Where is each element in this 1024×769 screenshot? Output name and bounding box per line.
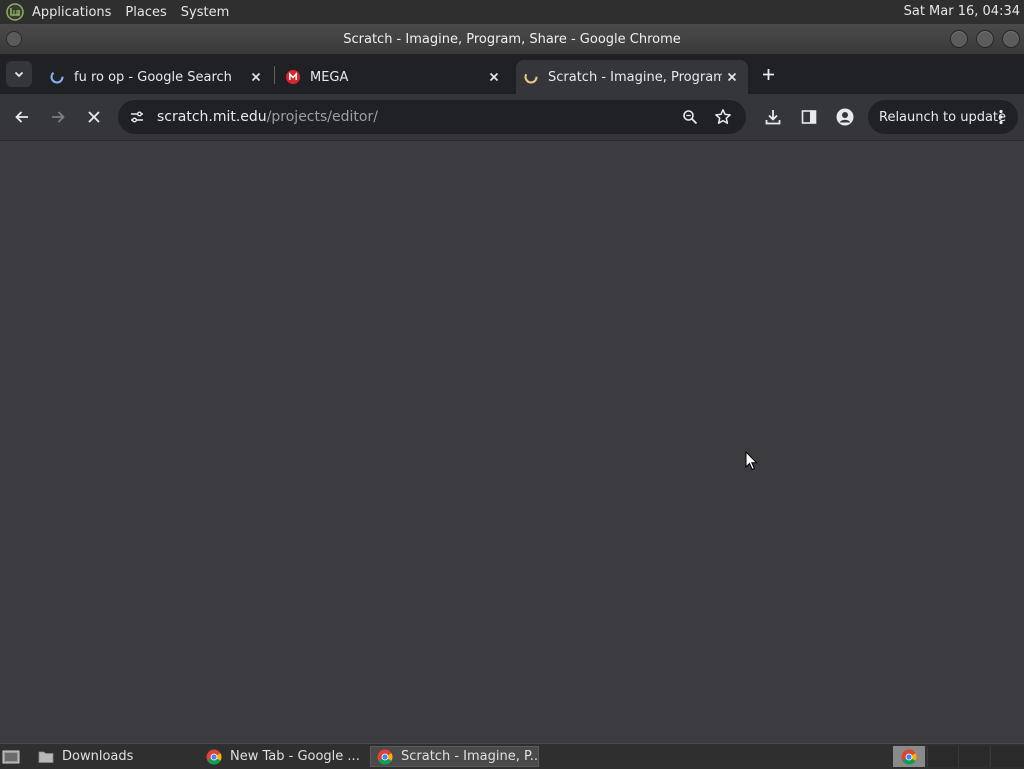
url-text[interactable]: scratch.mit.edu/projects/editor/ — [157, 109, 378, 125]
side-panel-button[interactable] — [796, 104, 822, 130]
downloads-button[interactable] — [760, 104, 786, 130]
tab-close-button[interactable] — [484, 67, 504, 87]
plus-icon — [762, 68, 774, 80]
mega-icon — [286, 70, 300, 84]
tab-mega[interactable]: MEGA — [278, 60, 510, 94]
tab-scratch[interactable]: Scratch - Imagine, Program, Share — [516, 60, 748, 94]
maximize-button[interactable] — [976, 30, 994, 48]
account-icon — [836, 108, 854, 126]
mint-logo-icon[interactable] — [6, 3, 24, 21]
tab-strip: fu ro op - Google Search MEGA Scratch - … — [0, 54, 1024, 94]
chrome-icon — [901, 749, 917, 765]
tab-close-button[interactable] — [246, 67, 266, 87]
google-loading-icon — [50, 70, 64, 84]
window-titlebar[interactable]: Scratch - Imagine, Program, Share - Goog… — [0, 24, 1024, 54]
taskbar-item-scratch[interactable]: Scratch - Imagine, P... — [370, 746, 539, 767]
tab-close-button[interactable] — [722, 67, 742, 87]
close-window-button[interactable] — [1002, 30, 1020, 48]
workspace-slot[interactable] — [927, 746, 958, 767]
scratch-loading-icon — [524, 70, 538, 84]
relaunch-update-button[interactable]: Relaunch to update — [868, 100, 1018, 134]
applications-menu[interactable]: Applications — [32, 5, 111, 20]
back-button[interactable] — [9, 104, 35, 130]
close-icon — [88, 111, 100, 123]
tab-title: MEGA — [310, 69, 349, 85]
arrow-right-icon — [52, 111, 65, 123]
taskbar-item-label: Downloads — [62, 749, 134, 764]
taskbar-item-new-tab[interactable]: New Tab - Google ... — [200, 746, 368, 767]
site-info-button[interactable] — [126, 106, 148, 128]
window-menu-button[interactable] — [6, 31, 22, 47]
star-icon — [715, 109, 731, 124]
bottom-taskbar: Downloads New Tab - Google ... Scratch -… — [0, 743, 1024, 769]
address-bar[interactable]: scratch.mit.edu/projects/editor/ — [118, 100, 746, 134]
page-viewport[interactable] — [0, 141, 1024, 743]
tab-title: fu ro op - Google Search — [74, 69, 232, 85]
new-tab-button[interactable] — [756, 62, 780, 86]
chrome-icon — [377, 749, 393, 765]
workspace-slot[interactable] — [958, 746, 989, 767]
arrow-left-icon — [15, 111, 28, 123]
url-host: scratch.mit.edu — [157, 109, 267, 125]
url-path: /projects/editor/ — [266, 109, 378, 125]
stop-button[interactable] — [81, 104, 107, 130]
tab-google-search[interactable]: fu ro op - Google Search — [42, 60, 272, 94]
clock[interactable]: Sat Mar 16, 04:34 — [904, 4, 1020, 19]
zoom-button[interactable] — [678, 105, 702, 129]
tab-title: Scratch - Imagine, Program, Share — [548, 69, 722, 85]
chrome-icon — [206, 749, 222, 765]
download-icon — [765, 110, 781, 125]
profile-button[interactable] — [832, 104, 858, 130]
workspace-switcher-chrome[interactable] — [893, 746, 925, 767]
browser-toolbar: scratch.mit.edu/projects/editor/ Relaunc… — [0, 94, 1024, 141]
relaunch-label: Relaunch to update — [879, 109, 1007, 125]
side-panel-icon — [801, 110, 817, 124]
top-panel: Applications Places System Sat Mar 16, 0… — [0, 0, 1024, 24]
mouse-cursor-icon — [745, 451, 758, 471]
window-title: Scratch - Imagine, Program, Share - Goog… — [343, 31, 681, 47]
chevron-down-icon — [14, 71, 24, 78]
close-icon — [251, 72, 261, 82]
places-menu[interactable]: Places — [125, 5, 166, 20]
show-desktop-button[interactable] — [2, 746, 24, 767]
zoom-icon — [683, 110, 698, 125]
workspace-slot[interactable] — [990, 746, 1024, 767]
tab-separator — [274, 66, 275, 84]
show-desktop-icon — [2, 750, 20, 763]
taskbar-item-label: New Tab - Google ... — [230, 749, 360, 764]
system-menu[interactable]: System — [181, 5, 229, 20]
taskbar-item-downloads[interactable]: Downloads — [32, 746, 200, 767]
minimize-button[interactable] — [950, 30, 968, 48]
menu-dots-icon[interactable] — [992, 107, 1010, 127]
taskbar-item-label: Scratch - Imagine, P... — [401, 749, 539, 764]
tab-search-button[interactable] — [6, 61, 32, 87]
folder-icon — [38, 751, 54, 763]
close-icon — [727, 72, 737, 82]
tune-icon — [131, 111, 143, 123]
bookmark-button[interactable] — [711, 105, 735, 129]
forward-button[interactable] — [45, 104, 71, 130]
close-icon — [489, 72, 499, 82]
